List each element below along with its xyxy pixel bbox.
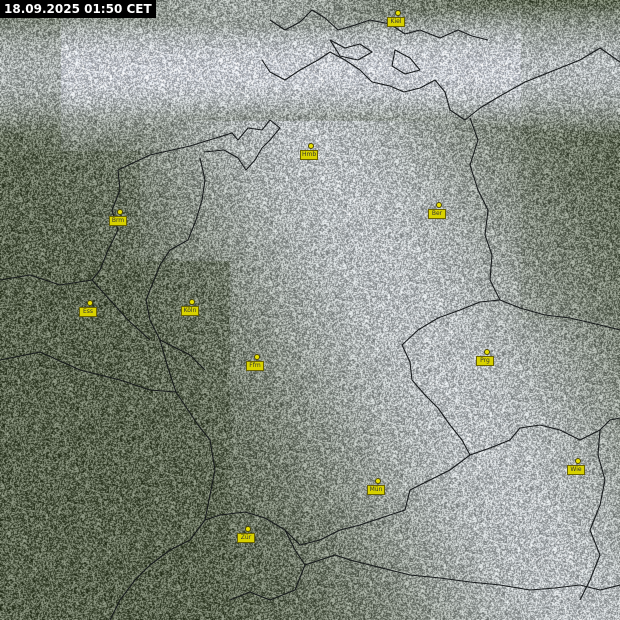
city-label: Prg <box>476 356 494 366</box>
city-label: Mün <box>367 485 385 495</box>
city-marker-berlin: Ber <box>424 202 454 224</box>
border-cz-pl <box>499 299 620 331</box>
city-label: Brm <box>109 216 127 226</box>
city-marker-munich: Mün <box>363 478 393 500</box>
marker-dot-icon <box>575 458 581 464</box>
city-marker-frankfurt: Ffm <box>242 354 272 376</box>
timestamp-label: 18.09.2025 01:50 CET <box>0 0 156 18</box>
coastline-west <box>117 119 281 171</box>
coastline-north <box>261 47 620 121</box>
marker-dot-icon <box>189 299 195 305</box>
city-label: Köln <box>181 306 199 316</box>
marker-dot-icon <box>87 300 93 306</box>
city-marker-vienna: Wie <box>563 458 593 480</box>
city-label: Ffm <box>246 361 264 371</box>
border-france-lux <box>0 351 177 393</box>
border-ch-it <box>229 564 306 601</box>
marker-dot-icon <box>375 478 381 484</box>
city-marker-cologne: Köln <box>177 299 207 321</box>
border-at-sk <box>579 429 606 601</box>
coastline-denmark <box>269 9 489 41</box>
border-ch-fr <box>109 519 206 620</box>
border-de-be-fr <box>159 339 216 521</box>
border-ch-at <box>284 529 620 591</box>
coastline-islands-2 <box>391 49 421 75</box>
city-label: Ber <box>428 209 446 219</box>
city-marker-essen: Ess <box>75 300 105 322</box>
city-marker-zurich: Zür <box>233 526 263 548</box>
border-de-at <box>284 454 471 546</box>
border-de-cz <box>401 299 501 456</box>
marker-dot-icon <box>245 526 251 532</box>
city-marker-kiel: Kiel <box>383 10 413 32</box>
city-label: Hmb <box>300 150 319 160</box>
city-label: Ess <box>79 307 97 317</box>
border-de-pl <box>469 117 501 301</box>
marker-dot-icon <box>117 209 123 215</box>
border-cz-at <box>469 417 620 456</box>
marker-dot-icon <box>395 10 401 16</box>
coastline-islands <box>329 39 373 61</box>
city-marker-bremen: Brm <box>105 209 135 231</box>
marker-dot-icon <box>436 202 442 208</box>
city-marker-prague: Prg <box>472 349 502 371</box>
city-marker-hamburg: Hmb <box>296 143 326 165</box>
city-label: Zür <box>237 533 255 543</box>
city-label: Wie <box>567 465 585 475</box>
marker-dot-icon <box>254 354 260 360</box>
marker-dot-icon <box>484 349 490 355</box>
marker-dot-icon <box>308 143 314 149</box>
city-label: Kiel <box>387 17 405 27</box>
